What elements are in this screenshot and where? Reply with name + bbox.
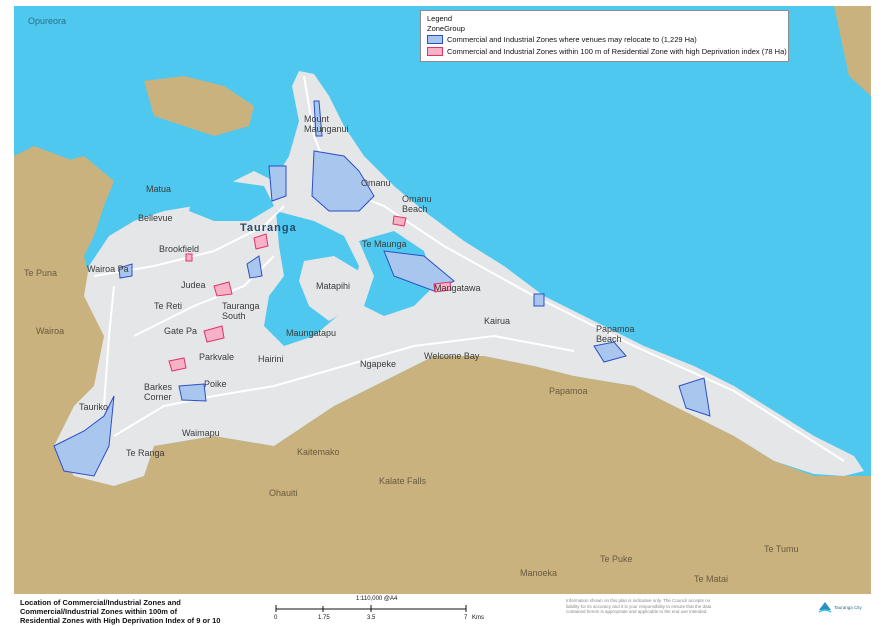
scale-tick-2: 3.5 — [367, 615, 376, 621]
legend-swatch-blue — [427, 35, 443, 44]
label-manoeka: Manoeka — [520, 568, 558, 578]
label-hairini: Hairini — [258, 354, 284, 364]
map-title-line2: Commercial/Industrial Zones within 100m … — [20, 607, 178, 616]
logo-text: Tauranga City — [834, 605, 862, 610]
label-wairoa-pa: Wairoa Pa — [87, 264, 129, 274]
label-maungatapu: Maungatapu — [286, 328, 337, 338]
label-mount-maunganui: Mount Maunganui — [304, 114, 349, 134]
label-kalate-falls: Kalate Falls — [379, 476, 427, 486]
disclaimer: Information shown on this plan is indica… — [566, 598, 712, 614]
label-omanu-beach: Omanu Beach — [402, 194, 432, 214]
map-title-line3: Residential Zones with High Deprivation … — [20, 616, 221, 625]
label-te-puna: Te Puna — [24, 268, 58, 278]
legend-item-commercial: Commercial and Industrial Zones where ve… — [427, 35, 697, 44]
label-papamoa: Papamoa — [549, 386, 588, 396]
logo-icon — [818, 602, 832, 613]
label-bellevue: Bellevue — [138, 213, 173, 223]
scale-ratio: 1:110,000 @A4 — [356, 596, 398, 602]
legend: Legend ZoneGroup Commercial and Industri… — [420, 10, 789, 62]
label-welcome-bay: Welcome Bay — [424, 351, 480, 361]
council-logo: Tauranga City — [818, 600, 868, 616]
label-matapihi: Matapihi — [316, 281, 351, 291]
label-kaitemako: Kaitemako — [297, 447, 340, 457]
map-frame: Opureora Mount Maunganui Omanu Omanu Bea… — [14, 6, 871, 594]
label-te-reti: Te Reti — [154, 301, 183, 311]
label-te-maunga: Te Maunga — [362, 239, 407, 249]
label-barkes-corner: Barkes Corner — [144, 382, 173, 402]
label-wairoa: Wairoa — [36, 326, 65, 336]
scale-unit: Kms — [472, 615, 484, 621]
scale-tick-1: 1.75 — [318, 615, 330, 621]
legend-swatch-pink — [427, 47, 443, 56]
label-omanu: Omanu — [361, 178, 391, 188]
label-tauranga-south: Tauranga South — [222, 301, 260, 321]
scale-bar-graphic — [275, 605, 467, 612]
label-te-ranga: Te Ranga — [126, 448, 165, 458]
scale-bar: 1:110,000 @A4 0 1.75 3.5 7 Kms — [270, 596, 490, 624]
scale-tick-3: 7 — [464, 615, 468, 621]
label-parkvale: Parkvale — [199, 352, 235, 362]
label-gate-pa: Gate Pa — [164, 326, 198, 336]
label-ohauiti: Ohauiti — [269, 488, 298, 498]
label-kairua: Kairua — [484, 316, 511, 326]
map-canvas — [14, 6, 871, 594]
label-papamoa-beach: Papamoa Beach — [596, 324, 635, 344]
label-ngapeke: Ngapeke — [360, 359, 397, 369]
label-brookfield: Brookfield — [159, 244, 200, 254]
legend-item-deprivation: Commercial and Industrial Zones within 1… — [427, 47, 787, 56]
legend-group: ZoneGroup — [427, 24, 465, 33]
map-title: Location of Commercial/Industrial Zones … — [20, 598, 250, 625]
scale-tick-0: 0 — [274, 615, 278, 621]
label-judea: Judea — [181, 280, 206, 290]
label-poike: Poike — [204, 379, 227, 389]
label-tauriko: Tauriko — [79, 402, 109, 412]
label-te-puke: Te Puke — [600, 554, 633, 564]
label-opureora: Opureora — [28, 16, 67, 26]
label-matua: Matua — [146, 184, 172, 194]
map-title-line1: Location of Commercial/Industrial Zones … — [20, 598, 181, 607]
legend-label-deprivation: Commercial and Industrial Zones within 1… — [447, 47, 787, 56]
label-tauranga: Tauranga — [240, 222, 297, 234]
label-waimapu: Waimapu — [182, 428, 220, 438]
legend-title: Legend — [427, 14, 453, 23]
label-te-tumu: Te Tumu — [764, 544, 799, 554]
label-te-matai: Te Matai — [694, 574, 729, 584]
legend-label-commercial: Commercial and Industrial Zones where ve… — [447, 35, 697, 44]
label-mangatawa: Mangatawa — [434, 283, 481, 293]
